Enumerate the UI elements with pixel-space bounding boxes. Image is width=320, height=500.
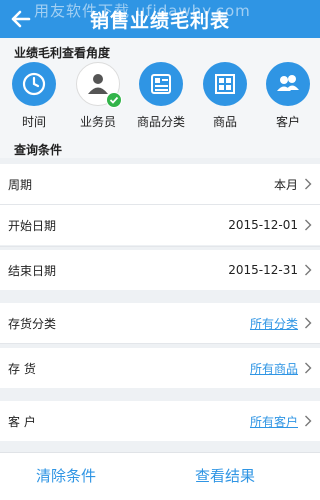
query-label: 查询条件 (14, 143, 63, 157)
view-results-button[interactable]: 查看结果 (195, 465, 255, 486)
perspective-item-label: 客户 (275, 115, 300, 129)
row-value-link[interactable]: 所有商品 (250, 360, 298, 377)
chevron-right-icon (305, 264, 312, 276)
chevron-right-icon (305, 219, 312, 231)
customer-row[interactable]: 客 户 所有客户 (0, 401, 320, 441)
chevron-right-icon (305, 362, 312, 374)
bottom-action-bar: 清除条件 查看结果 (0, 452, 320, 500)
chevron-right-icon (305, 415, 312, 427)
clock-icon (12, 62, 56, 106)
row-label: 存货分类 (8, 316, 57, 331)
divider (0, 343, 320, 344)
check-badge-icon (106, 92, 122, 108)
chevron-right-icon (305, 178, 312, 190)
row-value-link[interactable]: 所有分类 (250, 315, 298, 332)
perspective-item-time[interactable]: 时间 (2, 62, 66, 130)
perspective-item-goods[interactable]: 商品 (193, 62, 257, 130)
perspective-item-category[interactable]: 商品分类 (129, 62, 193, 130)
perspective-item-label: 商品分类 (136, 115, 185, 129)
users-icon (266, 62, 310, 106)
row-value-link[interactable]: 所有客户 (250, 413, 298, 430)
divider (0, 246, 320, 247)
row-label: 结束日期 (8, 263, 57, 278)
start-date-row[interactable]: 开始日期 2015-12-01 (0, 205, 320, 245)
grid-icon (203, 62, 247, 106)
row-label: 开始日期 (8, 218, 57, 233)
clear-conditions-button[interactable]: 清除条件 (36, 465, 96, 486)
period-row[interactable]: 周期 本月 (0, 164, 320, 204)
end-date-row[interactable]: 结束日期 2015-12-31 (0, 250, 320, 290)
perspective-section: 业绩毛利查看角度 时间 业务员 商品分类 商品 客户 (0, 38, 320, 158)
perspective-item-label: 时间 (21, 115, 46, 129)
perspective-label: 业绩毛利查看角度 (14, 46, 111, 60)
person-check-icon (76, 62, 122, 108)
perspective-item-customer[interactable]: 客户 (256, 62, 320, 130)
back-arrow-icon[interactable] (8, 6, 34, 32)
row-label: 周期 (8, 177, 33, 192)
perspective-item-salesperson[interactable]: 业务员 (66, 62, 130, 130)
title-bar: 用友软件下载 ufidawhy.com 销售业绩毛利表 (0, 0, 320, 38)
inventory-category-row[interactable]: 存货分类 所有分类 (0, 303, 320, 343)
watermark-text: 用友软件下载 ufidawhy.com (34, 2, 251, 20)
row-label: 客 户 (8, 414, 36, 429)
row-value: 2015-12-31 (228, 263, 298, 277)
row-label: 存 货 (8, 361, 36, 376)
perspective-item-label: 业务员 (79, 115, 116, 129)
row-value: 2015-12-01 (228, 218, 298, 232)
category-icon (139, 62, 183, 106)
row-value: 本月 (273, 177, 298, 192)
perspective-item-label: 商品 (212, 115, 237, 129)
inventory-row[interactable]: 存 货 所有商品 (0, 348, 320, 388)
chevron-right-icon (305, 317, 312, 329)
